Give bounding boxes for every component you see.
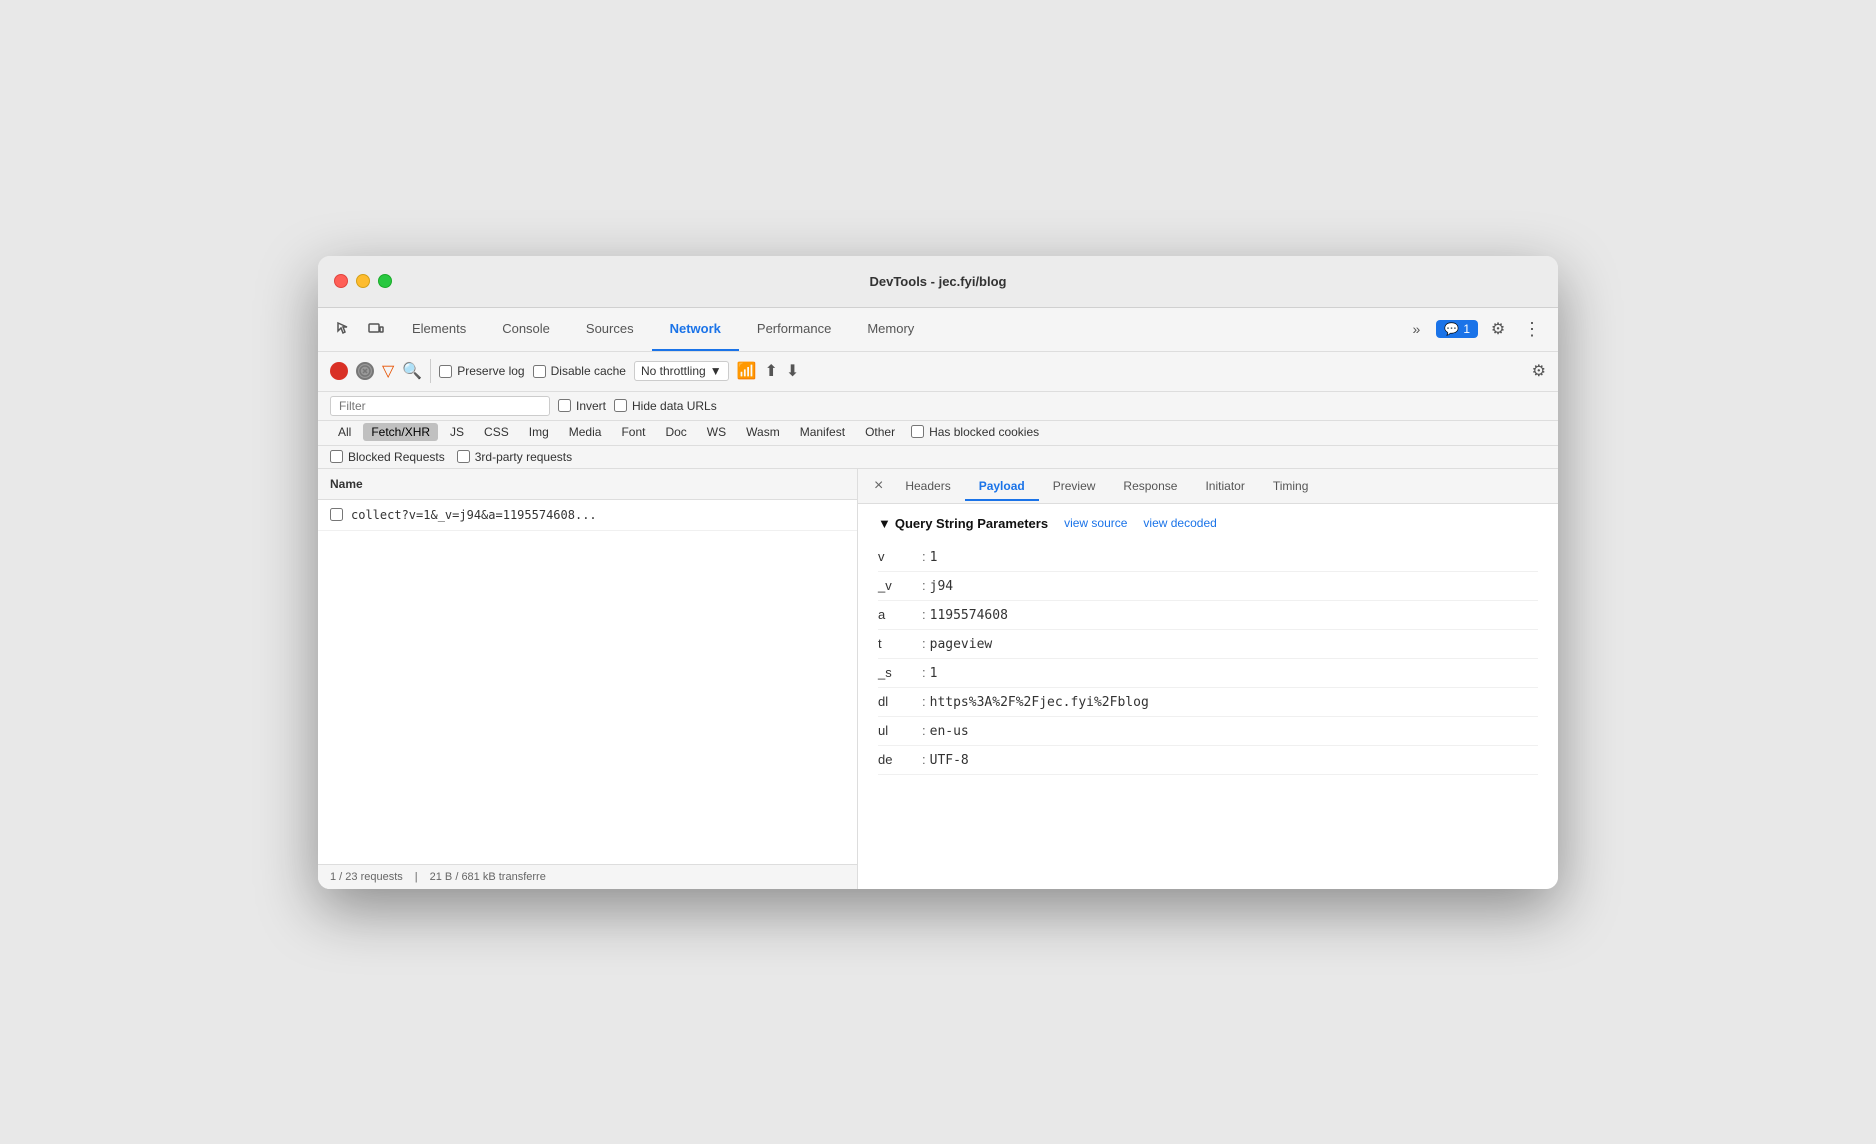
has-blocked-cookies-checkbox[interactable] — [911, 425, 924, 438]
detail-panel: × Headers Payload Preview Response Initi… — [858, 469, 1558, 889]
divider-text: | — [415, 871, 418, 883]
filter-input[interactable] — [339, 399, 541, 413]
status-bar: 1 / 23 requests | 21 B / 681 kB transfer… — [318, 864, 857, 889]
param-row-t: t : pageview — [878, 630, 1538, 659]
invert-checkbox[interactable] — [558, 399, 571, 412]
param-row-a: a : 1195574608 — [878, 601, 1538, 630]
main-tab-bar: Elements Console Sources Network Perform… — [318, 308, 1558, 352]
device-toggle-icon[interactable] — [362, 315, 390, 343]
download-icon[interactable]: ⬇ — [786, 361, 799, 381]
name-column-header: Name — [318, 469, 857, 500]
dtab-timing[interactable]: Timing — [1259, 471, 1323, 501]
chip-css[interactable]: CSS — [476, 423, 517, 441]
param-row-_s: _s : 1 — [878, 659, 1538, 688]
record-button[interactable] — [330, 362, 348, 380]
param-row-ul: ul : en-us — [878, 717, 1538, 746]
param-row-dl: dl : https%3A%2F%2Fjec.fyi%2Fblog — [878, 688, 1538, 717]
tab-performance[interactable]: Performance — [739, 307, 849, 351]
search-icon[interactable]: 🔍 — [402, 361, 422, 381]
payload-scroll[interactable]: ▼ Query String Parameters view source vi… — [858, 504, 1558, 889]
row-checkbox[interactable] — [330, 508, 343, 521]
chip-other[interactable]: Other — [857, 423, 903, 441]
filter-bar: Invert Hide data URLs — [318, 392, 1558, 421]
view-source-link[interactable]: view source — [1064, 516, 1127, 530]
qs-header: ▼ Query String Parameters view source vi… — [878, 516, 1538, 531]
chat-badge[interactable]: 💬 1 — [1436, 320, 1478, 338]
divider — [430, 359, 431, 383]
tab-elements[interactable]: Elements — [394, 307, 484, 351]
hide-data-urls-checkbox[interactable] — [614, 399, 627, 412]
blocked-requests-label[interactable]: Blocked Requests — [330, 450, 445, 464]
more-options-icon[interactable]: ⋮ — [1518, 315, 1546, 343]
chip-all[interactable]: All — [330, 423, 359, 441]
window-title: DevTools - jec.fyi/blog — [869, 274, 1006, 289]
chip-doc[interactable]: Doc — [657, 423, 694, 441]
wifi-icon[interactable]: 📶 — [737, 361, 757, 381]
titlebar: DevTools - jec.fyi/blog — [318, 256, 1558, 308]
param-row-de: de : UTF-8 — [878, 746, 1538, 775]
invert-label[interactable]: Invert — [558, 399, 606, 413]
network-settings-icon[interactable]: ⚙ — [1532, 361, 1546, 381]
tab-network[interactable]: Network — [652, 307, 739, 351]
blocked-requests-checkbox[interactable] — [330, 450, 343, 463]
tab-bar: Elements Console Sources Network Perform… — [394, 308, 932, 351]
main-content: Name collect?v=1&_v=j94&a=1195574608... … — [318, 469, 1558, 889]
table-row[interactable]: collect?v=1&_v=j94&a=1195574608... — [318, 500, 857, 531]
toolbar-right: » 💬 1 ⚙ ⋮ — [1402, 315, 1546, 343]
payload-content: ▼ Query String Parameters view source vi… — [858, 504, 1558, 787]
third-party-checkbox[interactable] — [457, 450, 470, 463]
disable-cache-label[interactable]: Disable cache — [533, 364, 626, 378]
blocked-requests-bar: Blocked Requests 3rd-party requests — [318, 446, 1558, 469]
requests-count: 1 / 23 requests — [330, 871, 403, 883]
minimize-button[interactable] — [356, 274, 370, 288]
tab-sources[interactable]: Sources — [568, 307, 652, 351]
chip-manifest[interactable]: Manifest — [792, 423, 853, 441]
more-tabs-icon[interactable]: » — [1402, 315, 1430, 343]
clear-button[interactable] — [356, 362, 374, 380]
has-blocked-cookies-label[interactable]: Has blocked cookies — [911, 425, 1039, 439]
request-name: collect?v=1&_v=j94&a=1195574608... — [351, 508, 597, 522]
network-toolbar: ▽ 🔍 Preserve log Disable cache No thrott… — [318, 352, 1558, 392]
third-party-label[interactable]: 3rd-party requests — [457, 450, 572, 464]
dtab-preview[interactable]: Preview — [1039, 471, 1110, 501]
upload-icon[interactable]: ⬆ — [765, 361, 778, 381]
param-row-_v: _v : j94 — [878, 572, 1538, 601]
tab-console[interactable]: Console — [484, 307, 568, 351]
filter-icon[interactable]: ▽ — [382, 361, 394, 381]
transferred-size: 21 B / 681 kB transferre — [430, 871, 546, 883]
view-decoded-link[interactable]: view decoded — [1143, 516, 1216, 530]
inspect-icon[interactable] — [330, 315, 358, 343]
chip-ws[interactable]: WS — [699, 423, 734, 441]
dtab-payload[interactable]: Payload — [965, 471, 1039, 501]
chip-font[interactable]: Font — [613, 423, 653, 441]
requests-panel: Name collect?v=1&_v=j94&a=1195574608... … — [318, 469, 858, 889]
chip-img[interactable]: Img — [521, 423, 557, 441]
dtab-headers[interactable]: Headers — [891, 471, 964, 501]
close-button[interactable] — [334, 274, 348, 288]
filter-chips: All Fetch/XHR JS CSS Img Media Font Doc … — [330, 423, 903, 441]
settings-icon[interactable]: ⚙ — [1484, 315, 1512, 343]
preserve-log-checkbox[interactable] — [439, 365, 452, 378]
dtab-response[interactable]: Response — [1109, 471, 1191, 501]
chip-media[interactable]: Media — [561, 423, 610, 441]
empty-area — [318, 531, 857, 864]
hide-data-urls-label[interactable]: Hide data URLs — [614, 399, 717, 413]
close-detail-button[interactable]: × — [866, 469, 891, 503]
param-row-v: v : 1 — [878, 543, 1538, 572]
chip-wasm[interactable]: Wasm — [738, 423, 788, 441]
tab-memory[interactable]: Memory — [849, 307, 932, 351]
maximize-button[interactable] — [378, 274, 392, 288]
qs-title: ▼ Query String Parameters — [878, 516, 1048, 531]
detail-tab-bar: × Headers Payload Preview Response Initi… — [858, 469, 1558, 504]
filter-chips-bar: All Fetch/XHR JS CSS Img Media Font Doc … — [318, 421, 1558, 446]
chip-js[interactable]: JS — [442, 423, 472, 441]
preserve-log-label[interactable]: Preserve log — [439, 364, 524, 378]
chip-fetch-xhr[interactable]: Fetch/XHR — [363, 423, 438, 441]
traffic-lights — [334, 274, 392, 288]
filter-input-wrap[interactable] — [330, 396, 550, 416]
throttle-select[interactable]: No throttling ▼ — [634, 361, 729, 381]
dtab-initiator[interactable]: Initiator — [1191, 471, 1258, 501]
devtools-window: DevTools - jec.fyi/blog Elements Console… — [318, 256, 1558, 889]
disable-cache-checkbox[interactable] — [533, 365, 546, 378]
